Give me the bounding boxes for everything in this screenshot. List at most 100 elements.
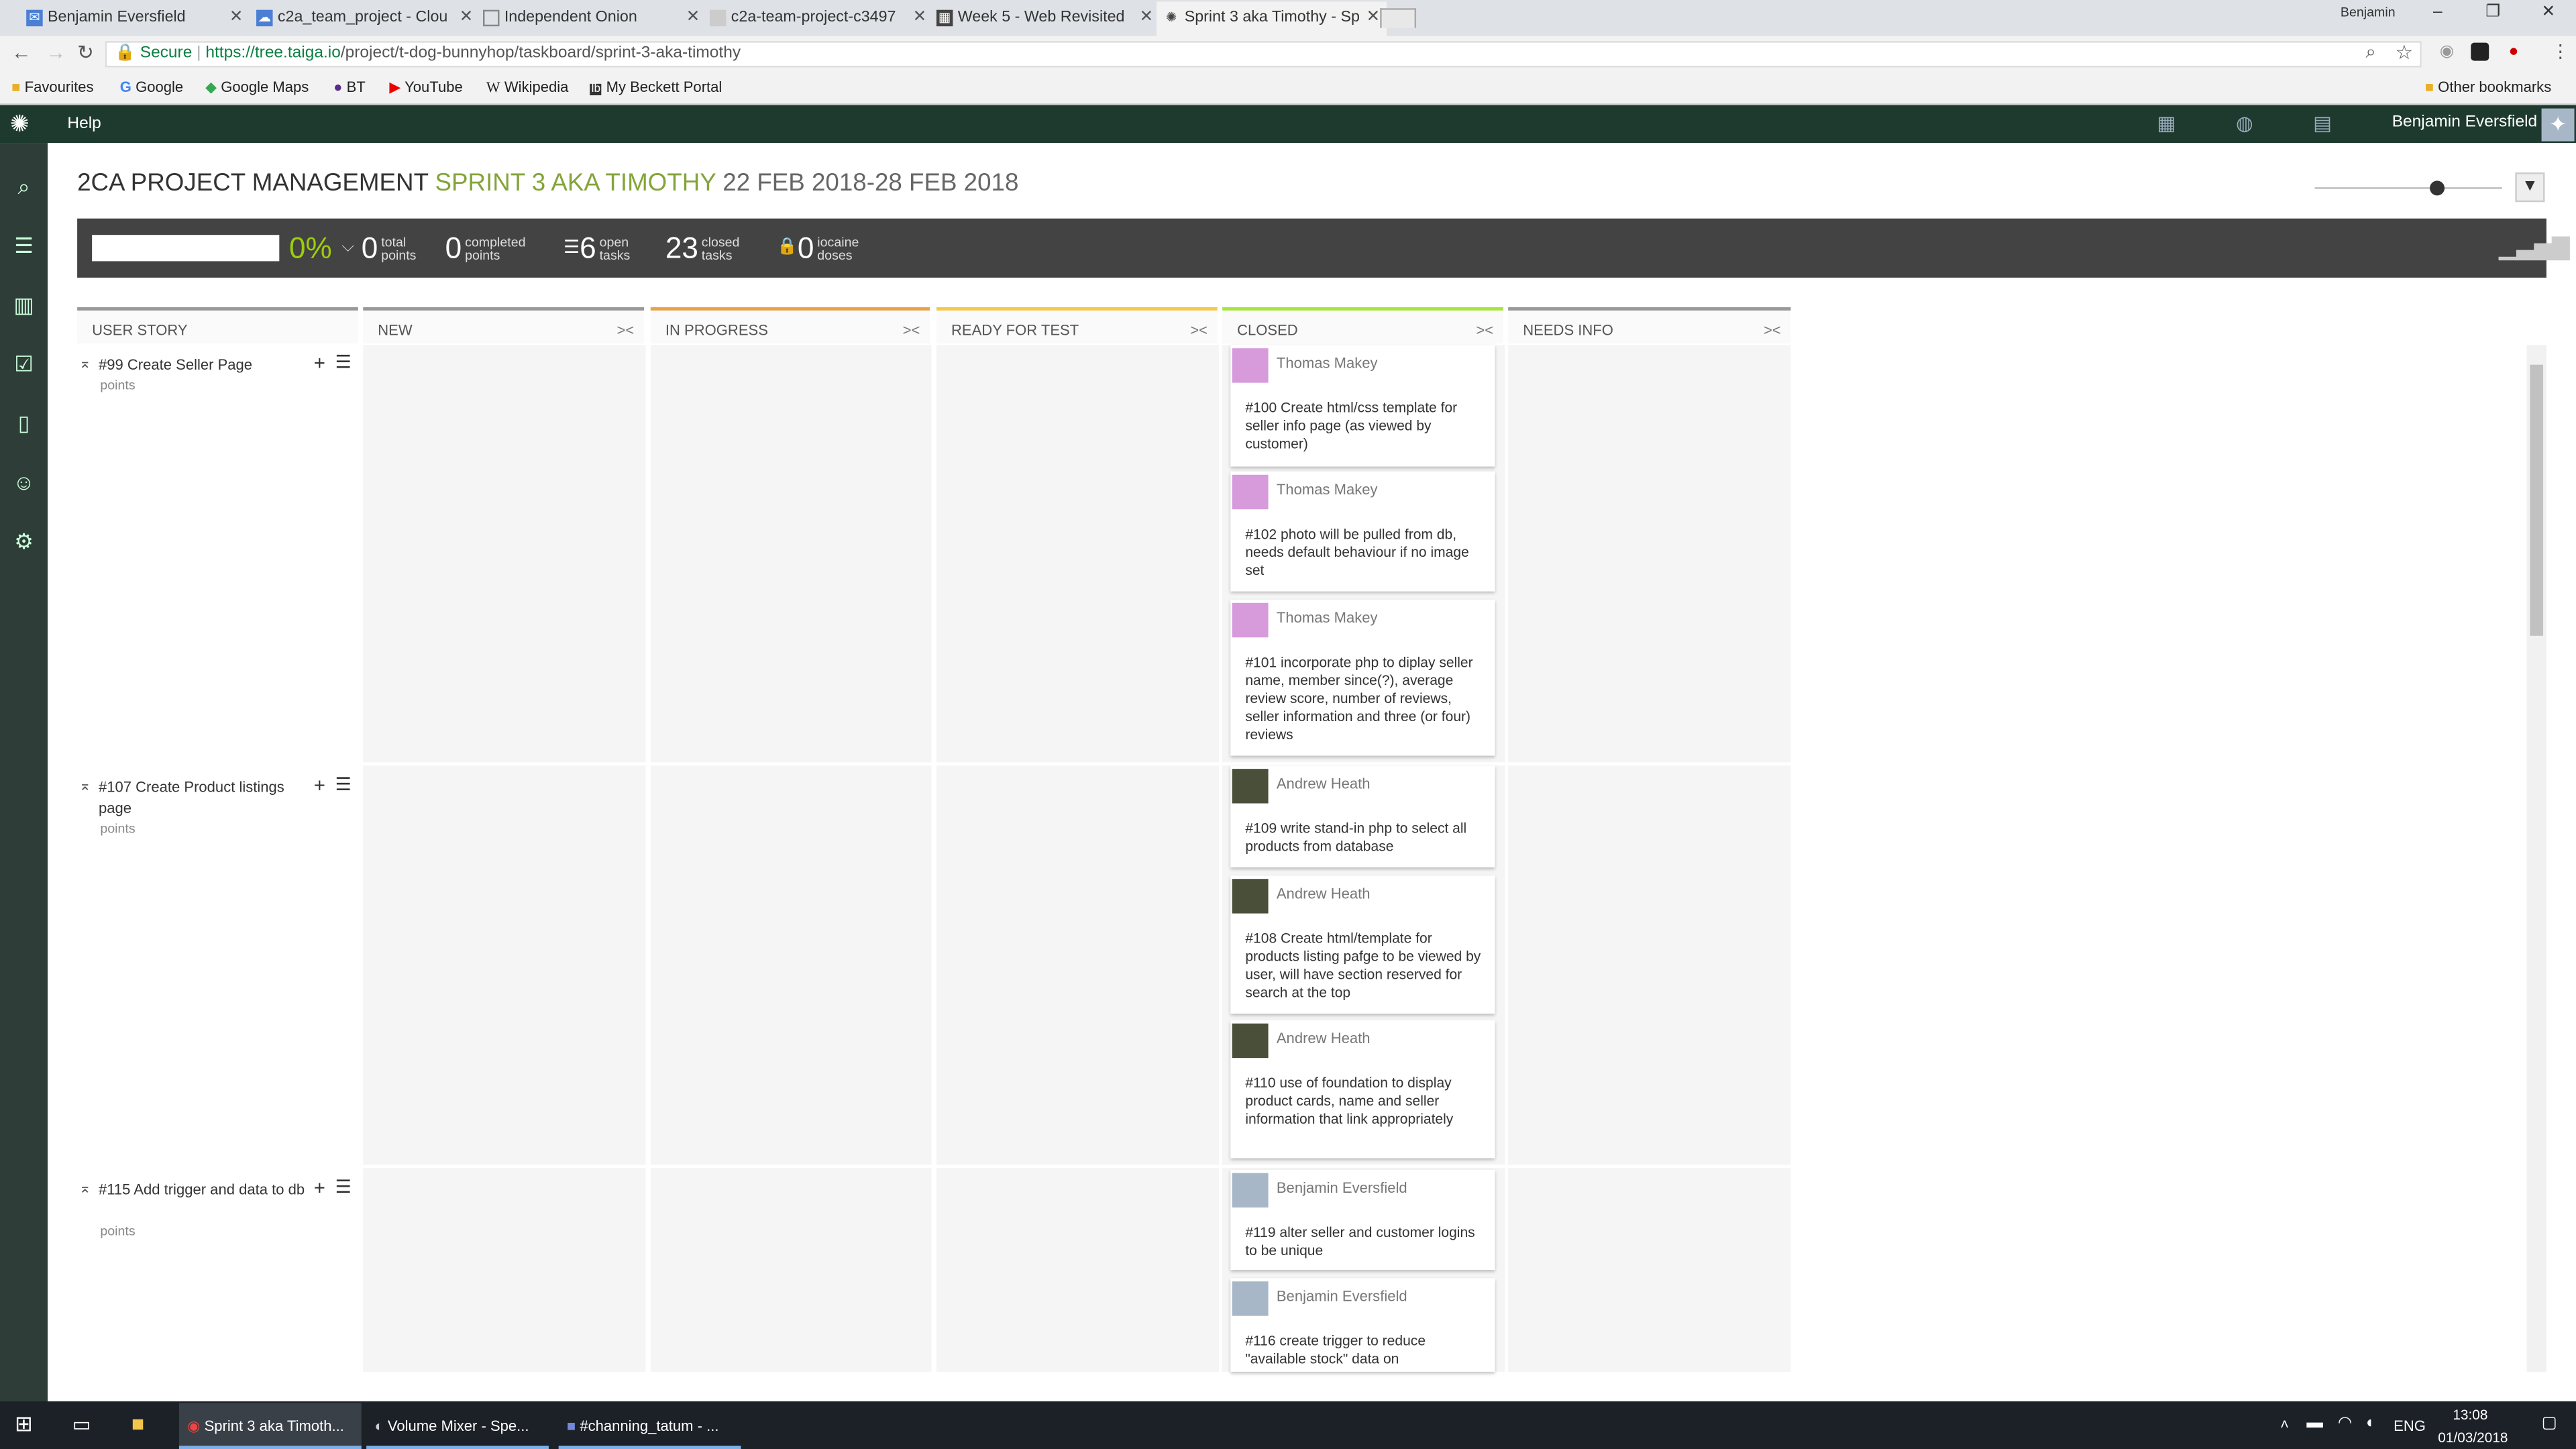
project-name[interactable]: 2CA PROJECT MANAGEMENT	[77, 169, 428, 197]
user-name[interactable]: Benjamin Eversfield	[2392, 113, 2537, 131]
task-card[interactable]: Thomas Makey #102 photo will be pulled f…	[1230, 471, 1495, 592]
task-description[interactable]: #101 incorporate php to diplay seller na…	[1245, 654, 1483, 745]
collapse-icon[interactable]: ⌅	[79, 355, 91, 373]
restore-icon[interactable]: ❐	[2485, 3, 2500, 21]
task-card[interactable]: Andrew Heath #110 use of foundation to d…	[1230, 1020, 1495, 1159]
close-tab-icon[interactable]: ✕	[686, 1, 700, 34]
task-card[interactable]: Andrew Heath #108 Create html/template f…	[1230, 875, 1495, 1014]
task-assignee[interactable]: Thomas Makey	[1277, 482, 1378, 498]
filter-icon[interactable]: ▼	[2515, 172, 2545, 203]
menu-icon[interactable]: ⋮	[2551, 41, 2569, 62]
add-task-icon[interactable]: +	[314, 773, 325, 796]
browser-tab[interactable]: ✉ Benjamin Eversfield ✕	[19, 1, 250, 36]
wifi-icon[interactable]: ◠	[2338, 1415, 2352, 1433]
extension-icon[interactable]: ●	[2509, 43, 2519, 61]
fold-column-icon[interactable]: ><	[617, 311, 635, 350]
minimize-icon[interactable]: –	[2433, 3, 2443, 21]
taiga-logo-icon[interactable]: ✺	[10, 110, 30, 138]
language-indicator[interactable]: ENG	[2394, 1417, 2426, 1434]
collapse-icon[interactable]: ⌅	[79, 1179, 91, 1197]
bookmark-wikipedia[interactable]: W Wikipedia	[486, 79, 569, 95]
task-assignee[interactable]: Benjamin Eversfield	[1277, 1288, 1407, 1304]
bulk-add-icon[interactable]: ☰	[335, 352, 352, 373]
bulk-add-icon[interactable]: ☰	[335, 773, 352, 795]
extension-icon[interactable]	[2471, 42, 2489, 61]
task-description[interactable]: #109 write stand-in php to select all pr…	[1245, 820, 1483, 856]
add-task-icon[interactable]: +	[314, 1176, 325, 1199]
task-assignee[interactable]: Andrew Heath	[1277, 1030, 1371, 1046]
browser-tab[interactable]: c2a-team-project-c3497 ✕	[703, 1, 933, 36]
fold-column-icon[interactable]: ><	[1476, 311, 1493, 350]
close-window-icon[interactable]: ✕	[2542, 3, 2556, 21]
team-icon[interactable]: ☺	[8, 467, 40, 498]
task-card[interactable]: Thomas Makey #101 incorporate php to dip…	[1230, 599, 1495, 756]
task-assignee[interactable]: Thomas Makey	[1277, 610, 1378, 626]
notifications-icon[interactable]: ▤	[2313, 112, 2332, 135]
task-card[interactable]: Benjamin Eversfield #119 alter seller an…	[1230, 1169, 1495, 1271]
task-description[interactable]: #116 create trigger to reduce "available…	[1245, 1332, 1483, 1368]
close-tab-icon[interactable]: ✕	[1140, 1, 1154, 34]
scrollbar-thumb[interactable]	[2530, 364, 2544, 636]
tray-expand-icon[interactable]: ˄	[2280, 1416, 2289, 1432]
close-tab-icon[interactable]: ✕	[1366, 1, 1381, 34]
fold-column-icon[interactable]: ><	[1764, 311, 1781, 350]
task-view-icon[interactable]: ▭	[72, 1413, 91, 1436]
zoom-slider[interactable]	[2314, 187, 2502, 189]
volume-icon[interactable]: ◖	[2364, 1415, 2374, 1433]
task-card[interactable]: Benjamin Eversfield #116 create trigger …	[1230, 1278, 1495, 1372]
fold-column-icon[interactable]: ><	[903, 311, 920, 350]
wiki-icon[interactable]: ▯	[8, 407, 40, 439]
bookmark-beckett[interactable]: lb My Beckett Portal	[590, 79, 722, 96]
browser-tab[interactable]: ☁ c2a_team_project - Clou ✕	[250, 1, 480, 36]
close-tab-icon[interactable]: ✕	[460, 1, 474, 34]
settings-icon[interactable]: ⚙	[8, 526, 40, 557]
close-tab-icon[interactable]: ✕	[229, 1, 244, 34]
help-link[interactable]: Help	[67, 115, 101, 133]
clock-time[interactable]: 13:08	[2453, 1406, 2487, 1422]
task-assignee[interactable]: Andrew Heath	[1277, 775, 1371, 792]
kanban-icon[interactable]: ▥	[8, 289, 40, 321]
bookmark-other[interactable]: ■ Other bookmarks	[2425, 79, 2552, 95]
taskbar-app-discord[interactable]: ■ #channing_tatum - ...	[558, 1403, 741, 1449]
fold-column-icon[interactable]: ><	[1190, 311, 1208, 350]
projects-grid-icon[interactable]: ▦	[2157, 112, 2176, 135]
new-tab-button[interactable]	[1380, 8, 1417, 28]
bulk-add-icon[interactable]: ☰	[335, 1176, 352, 1197]
task-description[interactable]: #119 alter seller and customer logins to…	[1245, 1224, 1483, 1260]
issues-icon[interactable]: ☑	[8, 348, 40, 380]
file-explorer-icon[interactable]: ■	[131, 1411, 144, 1436]
browser-tab[interactable]: Independent Onion ✕	[476, 1, 706, 36]
add-task-icon[interactable]: +	[314, 352, 325, 374]
task-description[interactable]: #108 Create html/template for products l…	[1245, 930, 1483, 1002]
avatar[interactable]: ✦	[2541, 108, 2575, 142]
discover-icon[interactable]: ◍	[2236, 112, 2253, 135]
chevron-down-icon[interactable]: ⌵	[341, 238, 354, 256]
task-assignee[interactable]: Benjamin Eversfield	[1277, 1179, 1407, 1195]
task-assignee[interactable]: Andrew Heath	[1277, 885, 1371, 902]
search-icon[interactable]: ⌕	[8, 171, 40, 203]
bookmark-bt[interactable]: ● BT	[333, 79, 366, 95]
back-icon[interactable]: ←	[11, 41, 31, 64]
task-assignee[interactable]: Thomas Makey	[1277, 355, 1378, 371]
browser-tab[interactable]: ▦ Week 5 - Web Revisited ✕	[930, 1, 1160, 36]
notification-center-icon[interactable]: ▢	[2542, 1415, 2557, 1433]
profile-name[interactable]: Benjamin	[2341, 5, 2396, 19]
bookmark-google[interactable]: G Google	[120, 79, 183, 95]
address-bar[interactable]: 🔒 Secure | https://tree.taiga.io/project…	[105, 41, 2422, 68]
battery-icon[interactable]: ▬	[2306, 1415, 2322, 1433]
collapse-icon[interactable]: ⌅	[79, 777, 91, 795]
search-icon[interactable]: ⌕	[2366, 43, 2376, 64]
task-card[interactable]: Thomas Makey #100 Create html/css templa…	[1230, 345, 1495, 467]
bookmark-favourites[interactable]: ■ Favourites	[11, 79, 93, 95]
task-description[interactable]: #100 Create html/css template for seller…	[1245, 399, 1483, 453]
taskbar-app-chrome[interactable]: ◉ Sprint 3 aka Timoth...	[178, 1403, 362, 1449]
user-story-title[interactable]: #99 Create Seller Page	[99, 355, 312, 376]
user-story-title[interactable]: #115 Add trigger and data to db	[99, 1179, 312, 1201]
windows-start-icon[interactable]: ⊞	[15, 1411, 33, 1438]
user-story-title[interactable]: #107 Create Product listings page	[99, 777, 312, 820]
task-description[interactable]: #110 use of foundation to display produc…	[1245, 1075, 1483, 1129]
forward-icon[interactable]: →	[46, 41, 66, 64]
close-tab-icon[interactable]: ✕	[913, 1, 927, 34]
star-icon[interactable]: ☆	[2396, 41, 2413, 64]
task-description[interactable]: #102 photo will be pulled from db, needs…	[1245, 526, 1483, 580]
